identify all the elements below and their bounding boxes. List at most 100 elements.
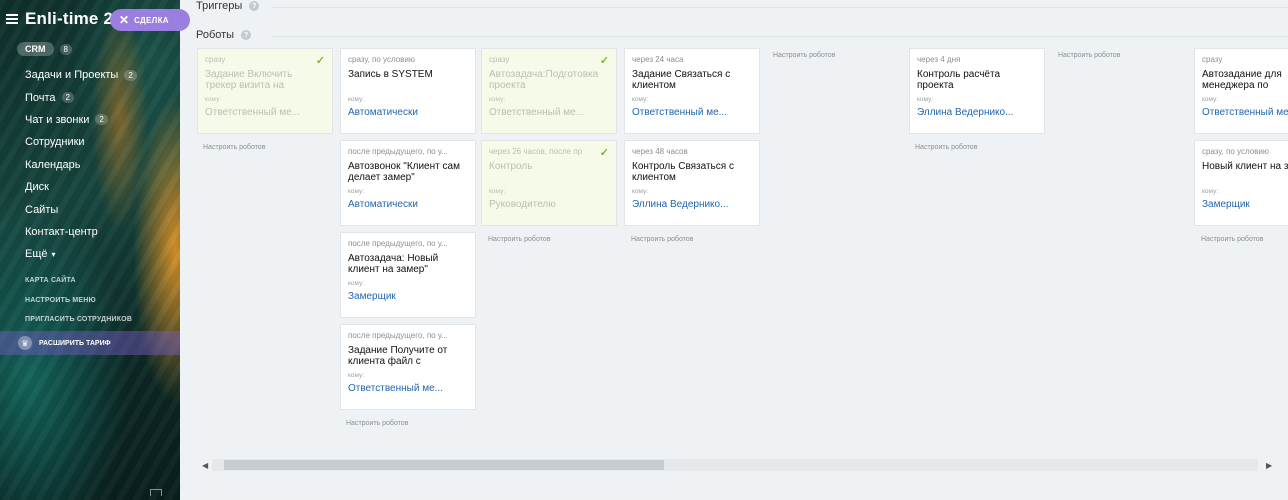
robot-assignee-label: кому: (1202, 96, 1219, 103)
robot-assignee[interactable]: Эллина Ведернико... (917, 107, 1037, 118)
robot-condition: после предыдущего, по у... (348, 147, 448, 156)
robot-card[interactable]: через 4 дня Контроль расчёта проекта ком… (909, 48, 1045, 134)
robot-card[interactable]: ✓ сразу Задание Включить трекер визита н… (197, 48, 333, 134)
robot-assignee[interactable]: Замерщик (348, 291, 468, 302)
robot-assignee[interactable]: Автоматически (348, 199, 468, 210)
robot-condition: через 48 часов (632, 147, 688, 156)
setup-robots-link[interactable]: Настроить роботов (773, 52, 835, 59)
robot-title: Автозвонок "Клиент сам делает замер" (348, 161, 460, 183)
setup-robots-link[interactable]: Настроить роботов (346, 420, 408, 427)
sitemap-link[interactable]: КАРТА САЙТА (25, 277, 76, 284)
crm-label: CRM (17, 42, 54, 56)
crm-counter: 8 (59, 43, 72, 55)
setup-robots-link[interactable]: Настроить роботов (203, 144, 265, 151)
divider (272, 7, 1288, 8)
robot-card[interactable]: ✓ сразу Автозадача:Подготовка проекта ко… (481, 48, 617, 134)
robot-title: Автозадание для менеджера по (1202, 69, 1282, 91)
triggers-section-title: Триггеры ? (196, 0, 260, 12)
scroll-left-icon[interactable]: ◀ (202, 461, 208, 470)
scroll-right-icon[interactable]: ▶ (1266, 461, 1272, 470)
robot-assignee[interactable]: Руководителю (489, 199, 609, 210)
deal-button-label: СДЕЛКА (134, 15, 169, 25)
robot-condition: после предыдущего, по у... (348, 331, 448, 340)
robot-assignee-label: кому: (1202, 188, 1219, 195)
robot-card[interactable]: сразу, по условию Новый клиент на замер … (1194, 140, 1288, 226)
sidebar-item-disk[interactable]: Диск (25, 176, 137, 198)
robot-card[interactable]: через 24 часа Задание Связаться с клиент… (624, 48, 760, 134)
setup-robots-link[interactable]: Настроить роботов (488, 236, 550, 243)
sidebar-item-label: Ещё (25, 248, 48, 261)
chevron-down-icon: ▾ (51, 249, 56, 259)
robot-condition: после предыдущего, по у... (348, 239, 448, 248)
robot-assignee-label: кому: (632, 188, 649, 195)
robot-condition: сразу, по условию (1202, 147, 1269, 156)
robots-section-title: Роботы ? (196, 29, 252, 41)
horizontal-scrollbar[interactable] (212, 459, 1258, 471)
robot-title: Запись в SYSTEM (348, 69, 433, 80)
robot-title: Контроль (489, 161, 533, 172)
menu-icon[interactable] (6, 14, 18, 24)
scrollbar-thumb[interactable] (224, 460, 664, 470)
sidebar-nav: Задачи и Проекты 2 Почта 2 Чат и звонки … (25, 64, 137, 266)
sidebar-item-label: Сайты (25, 203, 59, 216)
mail-counter: 2 (61, 92, 74, 104)
robot-card[interactable]: сразу, по условию Запись в SYSTEM кому: … (340, 48, 476, 134)
robot-assignee[interactable]: Эллина Ведернико... (632, 199, 752, 210)
check-icon: ✓ (315, 55, 325, 67)
sidebar-item-label: Диск (25, 181, 49, 194)
configure-menu-link[interactable]: НАСТРОИТЬ МЕНЮ (25, 297, 96, 304)
setup-robots-link[interactable]: Настроить роботов (1201, 236, 1263, 243)
robot-assignee[interactable]: Ответственный ме... (632, 107, 752, 118)
sidebar-item-tasks[interactable]: Задачи и Проекты 2 (25, 64, 137, 86)
robots-title: Роботы (196, 29, 235, 41)
help-icon[interactable]: ? (249, 1, 260, 11)
robot-title: Контроль расчёта проекта (917, 69, 1001, 91)
sidebar-item-mail[interactable]: Почта 2 (25, 86, 137, 108)
robot-assignee[interactable]: Ответственный ме... (205, 107, 325, 118)
upgrade-plan-button[interactable]: ♛ РАСШИРИТЬ ТАРИФ (0, 331, 180, 355)
sidebar-item-calendar[interactable]: Календарь (25, 154, 137, 176)
setup-robots-link[interactable]: Настроить роботов (631, 236, 693, 243)
sidebar-item-chat[interactable]: Чат и звонки 2 (25, 109, 137, 131)
robot-assignee[interactable]: Замерщик (1202, 199, 1288, 210)
deal-button[interactable]: ✕ СДЕЛКА (110, 9, 190, 31)
tasks-counter: 2 (124, 69, 137, 81)
robot-assignee[interactable]: Автоматически (348, 107, 468, 118)
robot-card[interactable]: после предыдущего, по у... Задание Получ… (340, 324, 476, 410)
sidebar-item-sites[interactable]: Сайты (25, 198, 137, 220)
robot-card[interactable]: после предыдущего, по у... Автозадача: Н… (340, 232, 476, 318)
sidebar: Enli-time 2 CRM 8 Задачи и Проекты 2 Поч… (0, 0, 180, 500)
sidebar-item-label: Чат и звонки (25, 113, 90, 126)
robot-card[interactable]: ✓ через 26 часов, после пр Контроль кому… (481, 140, 617, 226)
robot-card[interactable]: после предыдущего, по у... Автозвонок "К… (340, 140, 476, 226)
setup-robots-link[interactable]: Настроить роботов (915, 144, 977, 151)
upgrade-label: РАСШИРИТЬ ТАРИФ (39, 339, 111, 347)
sidebar-item-crm[interactable]: CRM 8 (17, 42, 72, 56)
robot-condition: через 4 дня (917, 55, 961, 64)
sidebar-item-employees[interactable]: Сотрудники (25, 131, 137, 153)
robot-assignee-label: кому: (348, 280, 365, 287)
robot-title: Автозадача: Новый клиент на замер" (348, 253, 439, 275)
robot-assignee-label: кому: (632, 96, 649, 103)
invite-employees-link[interactable]: ПРИГЛАСИТЬ СОТРУДНИКОВ (25, 316, 132, 323)
robot-title: Новый клиент на замер (1202, 161, 1288, 172)
sidebar-item-label: Контакт-центр (25, 225, 98, 238)
sidebar-item-contact-center[interactable]: Контакт-центр (25, 221, 137, 243)
robot-card[interactable]: сразу Автозадание для менеджера по кому:… (1194, 48, 1288, 134)
robot-card[interactable]: через 48 часов Контроль Связаться с клие… (624, 140, 760, 226)
robot-condition: сразу (489, 55, 510, 64)
check-icon: ✓ (599, 147, 609, 159)
robot-assignee-label: кому: (489, 188, 506, 195)
portal-logo[interactable]: Enli-time 2 (25, 9, 113, 29)
sidebar-item-more[interactable]: Ещё ▾ (25, 243, 137, 265)
robot-condition: сразу (1202, 55, 1223, 64)
robot-assignee[interactable]: Ответственный ме... (348, 383, 468, 394)
robot-condition: через 24 часа (632, 55, 684, 64)
robot-title: Задание Получите от клиента файл с (348, 345, 448, 367)
sidebar-item-label: Календарь (25, 158, 81, 171)
robot-title: Задание Включить трекер визита на (205, 69, 293, 91)
setup-robots-link[interactable]: Настроить роботов (1058, 52, 1120, 59)
robot-assignee[interactable]: Ответственный ме... (1202, 107, 1288, 118)
robot-assignee[interactable]: Ответственный ме... (489, 107, 609, 118)
help-icon[interactable]: ? (241, 30, 252, 40)
